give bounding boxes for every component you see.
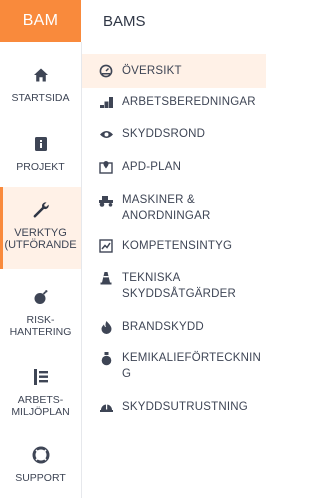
- fire-icon: [98, 319, 114, 335]
- menu-item-brandskydd[interactable]: BRANDSKYDD: [82, 319, 266, 339]
- bomb-icon: [30, 286, 52, 308]
- menu-item-arbetsberedningar[interactable]: ARBETSBEREDNINGAR: [82, 94, 266, 114]
- menu-item-label: SKYDDSROND: [122, 128, 206, 140]
- rail-item-label: STARTSIDA: [11, 92, 70, 104]
- flask-icon: [98, 350, 114, 366]
- rail-item-arbetsmiljoplan[interactable]: ARBETS-MILJÖPLAN: [0, 366, 81, 422]
- info-book-icon: [30, 133, 52, 155]
- dashboard-gauge-icon: [98, 63, 114, 79]
- hard-hat-icon: [98, 399, 114, 415]
- menu-item-kemikalie[interactable]: KEMIKALIEFÖRTECKNING: [82, 350, 266, 384]
- menu-item-label: ARBETSBEREDNINGAR: [122, 96, 256, 108]
- left-rail: BAM STARTSIDA PROJEKT VERKTYG (UTFÖRANDE…: [0, 0, 81, 498]
- menu-item-label: BRANDSKYDD: [122, 321, 204, 333]
- page-title: BAMS: [103, 12, 146, 30]
- rail-item-label: VERKTYG (UTFÖRANDE: [4, 227, 77, 251]
- eye-icon: [98, 126, 114, 142]
- menu-item-label: KOMPETENSINTYG: [122, 240, 233, 252]
- menu-item-label: KEMIKALIEFÖRTECKNING: [122, 352, 262, 380]
- tractor-icon: [98, 192, 114, 208]
- certificate-chart-icon: [98, 238, 114, 254]
- app-header: BAMS: [81, 0, 278, 42]
- rail-item-label: RISK-HANTERING: [9, 314, 72, 338]
- menu-item-oversikt[interactable]: ÖVERSIKT: [82, 54, 266, 88]
- menu-item-skyddsrond[interactable]: SKYDDSROND: [82, 126, 266, 146]
- rail-item-label: SUPPORT: [15, 472, 66, 484]
- menu-item-label: ÖVERSIKT: [122, 65, 182, 77]
- menu-item-label: SKYDDSUTRUSTNING: [122, 401, 248, 413]
- brand-logo[interactable]: BAM: [0, 0, 81, 42]
- rail-item-verktyg[interactable]: VERKTYG (UTFÖRANDE: [0, 187, 81, 269]
- menu-item-maskiner[interactable]: MASKINER & ANORDNINGAR: [82, 192, 266, 226]
- wrench-icon: [30, 199, 52, 221]
- rail-item-riskhantering[interactable]: RISK-HANTERING: [0, 286, 81, 342]
- traffic-cone-icon: [98, 270, 114, 286]
- menu-item-skyddsutrustning[interactable]: SKYDDSUTRUSTNING: [82, 399, 266, 419]
- menu-item-label: TEKNISKA SKYDDSÅTGÄRDER: [122, 272, 236, 300]
- menu-item-apd-plan[interactable]: APD-PLAN: [82, 159, 266, 179]
- steps-icon: [98, 94, 114, 110]
- list-plan-icon: [30, 366, 52, 388]
- rail-item-startsida[interactable]: STARTSIDA: [0, 64, 81, 108]
- menu-item-label: MASKINER & ANORDNINGAR: [122, 194, 211, 222]
- lifebuoy-icon: [30, 444, 52, 466]
- rail-item-label: ARBETS-MILJÖPLAN: [11, 394, 70, 418]
- brand-label: BAM: [22, 12, 59, 29]
- rail-item-label: PROJEKT: [16, 161, 65, 173]
- menu-item-tekniska[interactable]: TEKNISKA SKYDDSÅTGÄRDER: [82, 270, 266, 304]
- rail-item-projekt[interactable]: PROJEKT: [0, 133, 81, 177]
- map-marker-icon: [98, 159, 114, 175]
- menu-item-kompetensintyg[interactable]: KOMPETENSINTYG: [82, 238, 266, 258]
- home-icon: [30, 64, 52, 86]
- menu-item-label: APD-PLAN: [122, 161, 182, 173]
- rail-item-support[interactable]: SUPPORT: [0, 444, 81, 488]
